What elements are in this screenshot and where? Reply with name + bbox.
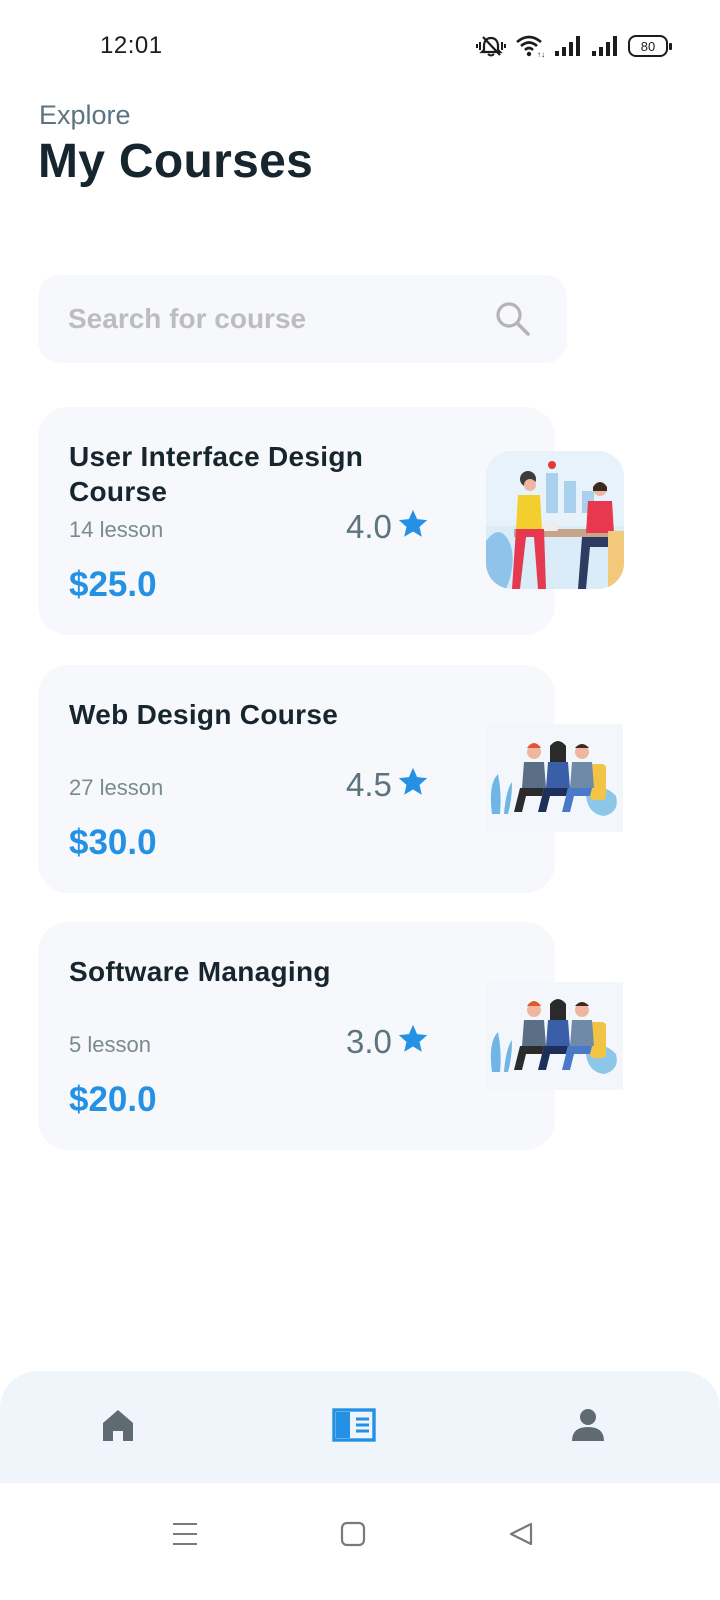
status-icons: ↑↓ 80 [476,34,672,58]
home-icon [100,1407,136,1448]
book-open-icon [332,1407,376,1448]
rating-value: 4.0 [346,507,392,545]
course-card[interactable]: User Interface Design Course 14 lesson 4… [38,407,555,635]
nav-profile[interactable] [568,1407,608,1447]
search-icon[interactable] [495,301,531,342]
search-bar[interactable] [38,275,567,363]
status-bar: 12:01 ↑↓ 80 [0,0,720,96]
course-title: Software Managing [69,956,331,987]
back-triangle-icon[interactable] [508,1521,534,1552]
mute-icon [476,34,506,58]
wifi-icon: ↑↓ [515,34,545,58]
signal-icon [554,35,582,57]
svg-text:↑↓: ↑↓ [537,50,545,58]
rating-value: 3.0 [346,1022,392,1060]
page-title: My Courses [38,135,314,188]
star-icon [396,507,430,546]
course-card[interactable]: Software Managing 5 lesson 3.0 $20.0 [38,922,555,1150]
star-icon [396,765,430,804]
system-navigation-bar [0,1483,720,1600]
course-thumbnail-team [486,982,623,1090]
course-title: Web Design Course [69,699,339,730]
course-price: $20.0 [69,1080,157,1119]
battery-level: 80 [640,38,656,54]
signal-icon [591,35,619,57]
course-card[interactable]: Web Design Course 27 lesson 4.5 $30.0 [38,665,555,893]
bottom-navigation [0,1371,720,1483]
nav-home[interactable] [98,1407,138,1447]
status-time: 12:01 [100,32,163,59]
course-lesson-count: 14 lesson [69,517,164,542]
nav-courses[interactable] [332,1407,376,1447]
course-rating: 4.5 [346,765,430,804]
course-price: $30.0 [69,823,157,862]
person-icon [570,1407,606,1448]
course-price: $25.0 [69,565,157,604]
page-subtitle: Explore [39,100,131,130]
course-title: User Interface Design Course [69,441,364,507]
course-thumbnail-meeting [486,451,624,589]
course-rating: 4.0 [346,507,430,546]
course-lesson-count: 5 lesson [69,1032,151,1057]
course-thumbnail-team [486,724,623,832]
course-lesson-count: 27 lesson [69,775,164,800]
home-square-icon[interactable] [340,1521,366,1552]
menu-icon[interactable] [172,1521,198,1552]
course-rating: 3.0 [346,1022,430,1061]
rating-value: 4.5 [346,765,392,803]
battery-icon: 80 [628,35,672,57]
search-input[interactable] [68,297,488,341]
star-icon [396,1022,430,1061]
